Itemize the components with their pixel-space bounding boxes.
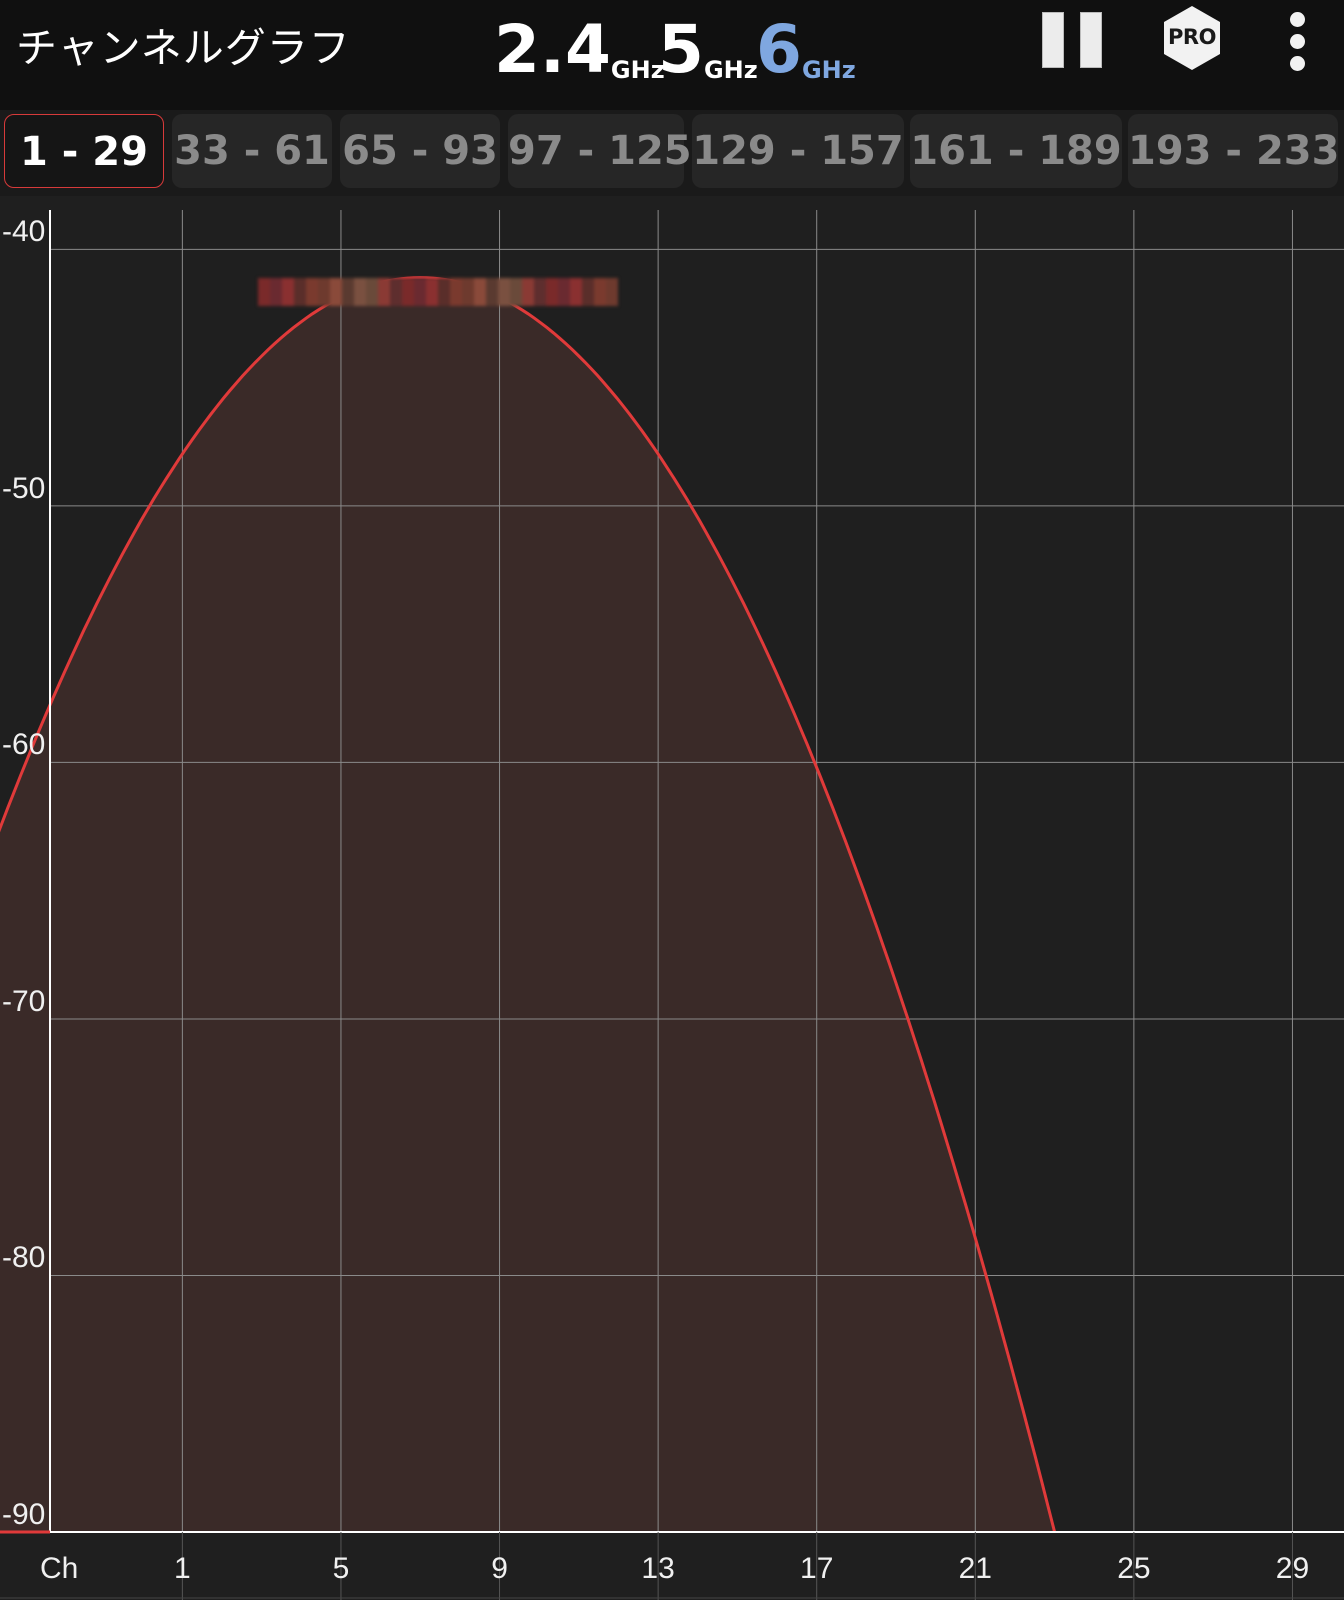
band-5-unit: GHz xyxy=(703,56,758,84)
y-tick-label: -70 xyxy=(2,984,46,1018)
y-tick-label: -60 xyxy=(2,728,46,762)
tab-range-2[interactable]: 65 - 93 xyxy=(340,114,500,188)
series-area-0 xyxy=(0,277,1055,1532)
tab-range-3[interactable]: 97 - 125 xyxy=(508,114,692,188)
pro-label: PRO xyxy=(1168,25,1216,49)
app-bar: チャンネルグラフ 2.4GHz 5GHz 6GHz PRO xyxy=(0,0,1344,110)
tab-range-1[interactable]: 33 - 61 xyxy=(172,114,332,188)
band-5ghz-toggle[interactable]: 5GHz xyxy=(658,10,758,90)
band-2-4-value: 2.4 xyxy=(494,11,611,88)
channel-range-tabs: 1 - 29 33 - 61 65 - 93 97 - 125 129 - 15… xyxy=(0,110,1344,196)
channel-graph-svg xyxy=(0,210,1344,1600)
band-6-unit: GHz xyxy=(801,56,856,84)
x-tick-label: 13 xyxy=(641,1552,675,1585)
tab-range-4[interactable]: 129 - 157 xyxy=(692,114,904,188)
band-5-value: 5 xyxy=(658,11,704,88)
x-tick-label: 1 xyxy=(174,1552,191,1585)
tab-range-6[interactable]: 193 - 233 xyxy=(1128,114,1339,188)
pause-icon[interactable] xyxy=(1042,12,1104,70)
y-tick-label: -80 xyxy=(2,1241,46,1275)
page-title: チャンネルグラフ xyxy=(16,24,351,72)
band-2-4ghz-toggle[interactable]: 2.4GHz xyxy=(494,10,665,90)
x-tick-label: 21 xyxy=(958,1552,992,1585)
x-tick-label: 5 xyxy=(332,1552,350,1585)
channel-graph: -40 -50 -60 -70 -80 -90 Ch 1 5 9 13 17 21 25 29 xyxy=(0,196,1344,1600)
x-tick-label: 29 xyxy=(1275,1552,1310,1585)
band-6-value: 6 xyxy=(756,11,802,88)
y-tick-label: -40 xyxy=(2,215,46,249)
band-6ghz-toggle[interactable]: 6GHz xyxy=(756,10,856,90)
x-tick-label: 17 xyxy=(800,1552,834,1585)
tab-range-5[interactable]: 161 - 189 xyxy=(910,114,1122,188)
y-tick-label: -50 xyxy=(2,471,46,505)
x-tick-label: 25 xyxy=(1117,1552,1151,1585)
band-2-4-unit: GHz xyxy=(610,56,665,84)
x-tick-label: 9 xyxy=(491,1552,508,1585)
more-menu-icon[interactable] xyxy=(1286,10,1310,72)
x-axis-title: Ch xyxy=(40,1552,79,1585)
pro-badge-button[interactable]: PRO xyxy=(1160,4,1224,72)
network-name-label-blurred xyxy=(258,278,618,306)
tab-range-0[interactable]: 1 - 29 xyxy=(4,114,164,188)
y-tick-label: -90 xyxy=(2,1498,46,1531)
